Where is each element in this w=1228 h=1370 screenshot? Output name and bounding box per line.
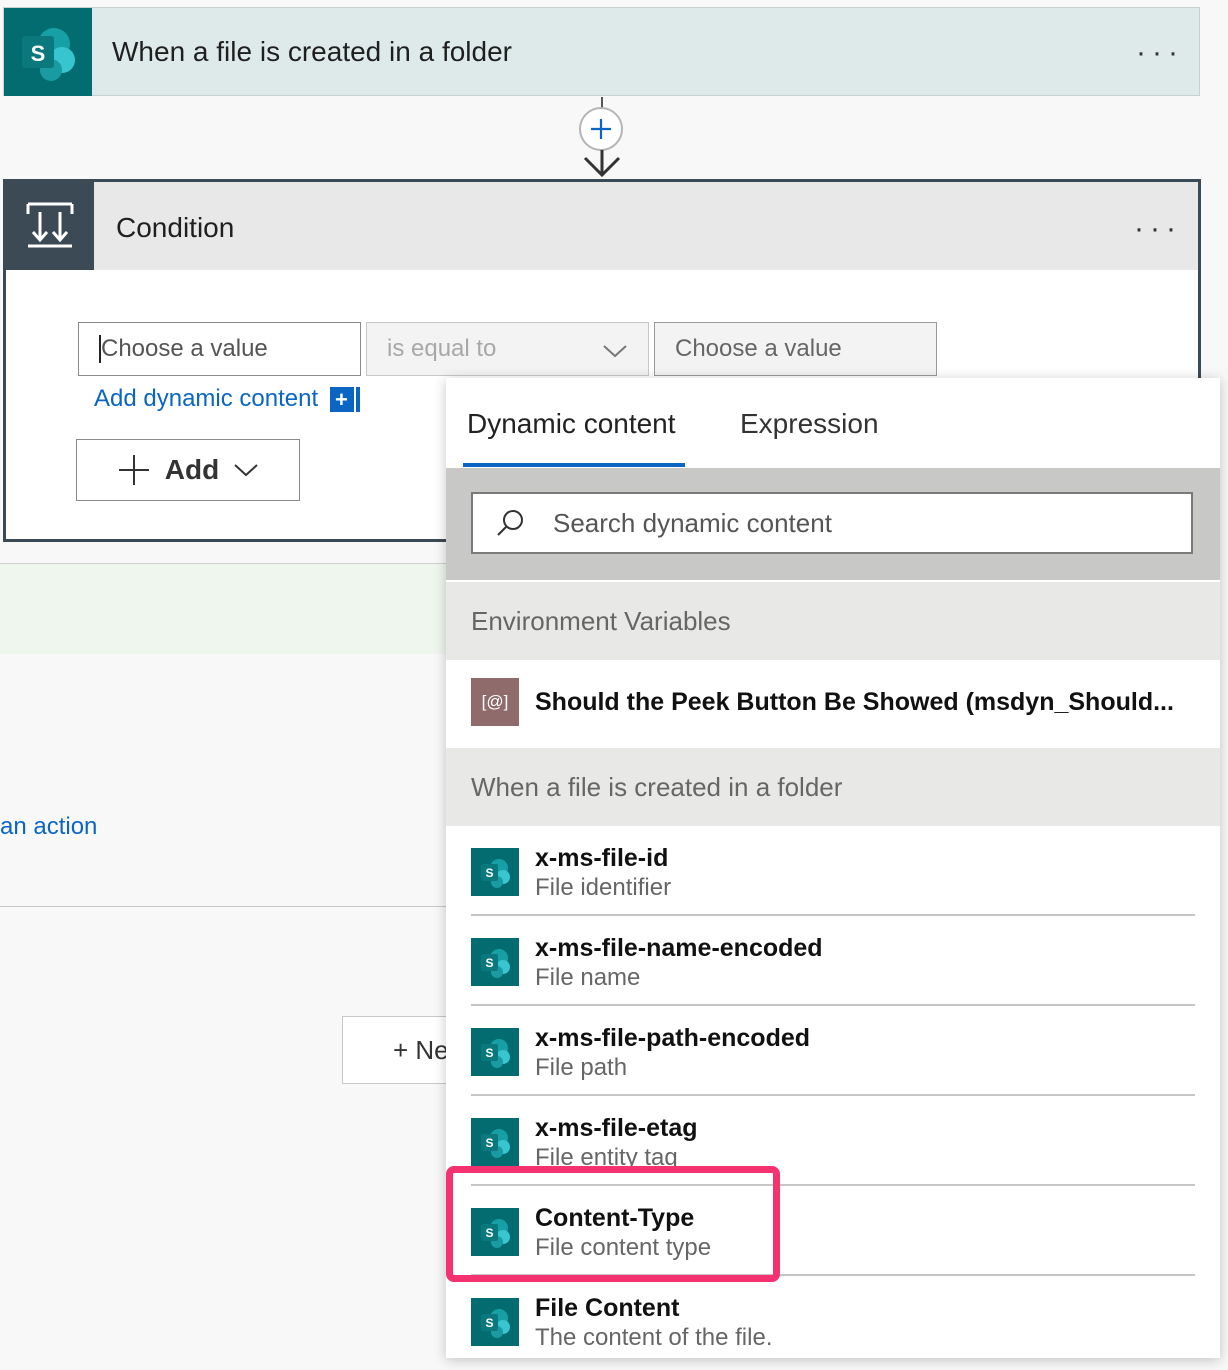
env-variable-item[interactable]: [@] Should the Peek Button Be Showed (ms…: [471, 660, 1195, 744]
dynamic-content-item[interactable]: Sx-ms-file-path-encoded File path: [471, 1006, 1195, 1096]
chevron-down-icon: [234, 464, 258, 477]
env-variable-title: Should the Peek Button Be Showed (msdyn_…: [535, 688, 1174, 716]
item-subtitle: File name: [535, 964, 641, 991]
add-an-action-link[interactable]: an action: [0, 813, 97, 841]
search-icon: [497, 510, 523, 536]
add-dynamic-content-icon[interactable]: +: [330, 387, 360, 412]
right-value-input[interactable]: Choose a value: [654, 322, 937, 376]
left-value-input[interactable]: Choose a value: [78, 322, 361, 376]
add-button[interactable]: Add: [76, 439, 300, 501]
panel-pointer: [424, 392, 446, 428]
active-tab-indicator: [463, 463, 685, 467]
if-yes-branch-header: [0, 563, 450, 654]
highlight-box: [446, 1166, 780, 1282]
dynamic-content-item[interactable]: S File Content The content of the file.: [471, 1276, 1195, 1366]
tab-expression[interactable]: Expression: [740, 408, 879, 440]
variable-icon: [@]: [471, 678, 519, 726]
sharepoint-icon: S: [471, 938, 519, 986]
trigger-card[interactable]: S When a file is created in a folder ···: [3, 7, 1200, 96]
condition-more-button[interactable]: ···: [1134, 214, 1182, 244]
condition-header[interactable]: Condition ···: [6, 182, 1198, 270]
operator-value: is equal to: [387, 335, 497, 362]
sharepoint-icon: S: [471, 1298, 519, 1346]
dynamic-content-item[interactable]: Sx-ms-file-name-encoded File name: [471, 916, 1195, 1006]
search-placeholder: Search dynamic content: [553, 507, 832, 538]
trigger-title: When a file is created in a folder: [112, 36, 512, 67]
right-value-placeholder: Choose a value: [675, 335, 842, 362]
condition-icon: [6, 182, 94, 270]
add-dynamic-content-link[interactable]: Add dynamic content: [94, 385, 318, 413]
add-button-label: Add: [164, 454, 220, 485]
item-subtitle: File identifier: [535, 874, 672, 901]
section-trigger-outputs: When a file is created in a folder: [446, 748, 1220, 826]
svg-text:S: S: [485, 866, 493, 880]
sharepoint-icon: S: [471, 1118, 519, 1166]
sharepoint-icon: S: [471, 1028, 519, 1076]
chevron-down-icon: [603, 345, 627, 358]
search-area: Search dynamic content: [446, 468, 1220, 580]
item-subtitle: The content of the file.: [535, 1324, 773, 1351]
svg-text:S: S: [31, 41, 46, 66]
plus-icon: [118, 455, 149, 485]
insert-step-button[interactable]: [579, 107, 623, 151]
item-title: x-ms-file-name-encoded: [535, 934, 823, 962]
item-title: File Content: [535, 1294, 680, 1322]
left-value-placeholder: Choose a value: [101, 335, 268, 362]
item-subtitle: File path: [535, 1054, 628, 1081]
plus-icon: [591, 119, 611, 139]
condition-title: Condition: [116, 212, 235, 243]
tab-dynamic-content[interactable]: Dynamic content: [467, 408, 676, 440]
svg-text:S: S: [485, 1316, 493, 1330]
svg-text:S: S: [485, 1046, 493, 1060]
search-input[interactable]: Search dynamic content: [471, 492, 1193, 554]
svg-text:S: S: [485, 956, 493, 970]
sharepoint-icon: S: [471, 848, 519, 896]
section-environment-variables: Environment Variables: [446, 582, 1220, 660]
divider: [0, 906, 450, 907]
arrow-down-icon: [583, 150, 621, 178]
trigger-more-button[interactable]: ···: [1136, 38, 1184, 68]
dynamic-content-item[interactable]: Sx-ms-file-id File identifier: [471, 826, 1195, 916]
sharepoint-icon: S: [4, 8, 92, 96]
item-title: x-ms-file-path-encoded: [535, 1024, 811, 1052]
item-title: x-ms-file-id: [535, 844, 669, 872]
item-title: x-ms-file-etag: [535, 1114, 698, 1142]
operator-select[interactable]: is equal to: [366, 322, 649, 376]
svg-text:S: S: [485, 1136, 493, 1150]
